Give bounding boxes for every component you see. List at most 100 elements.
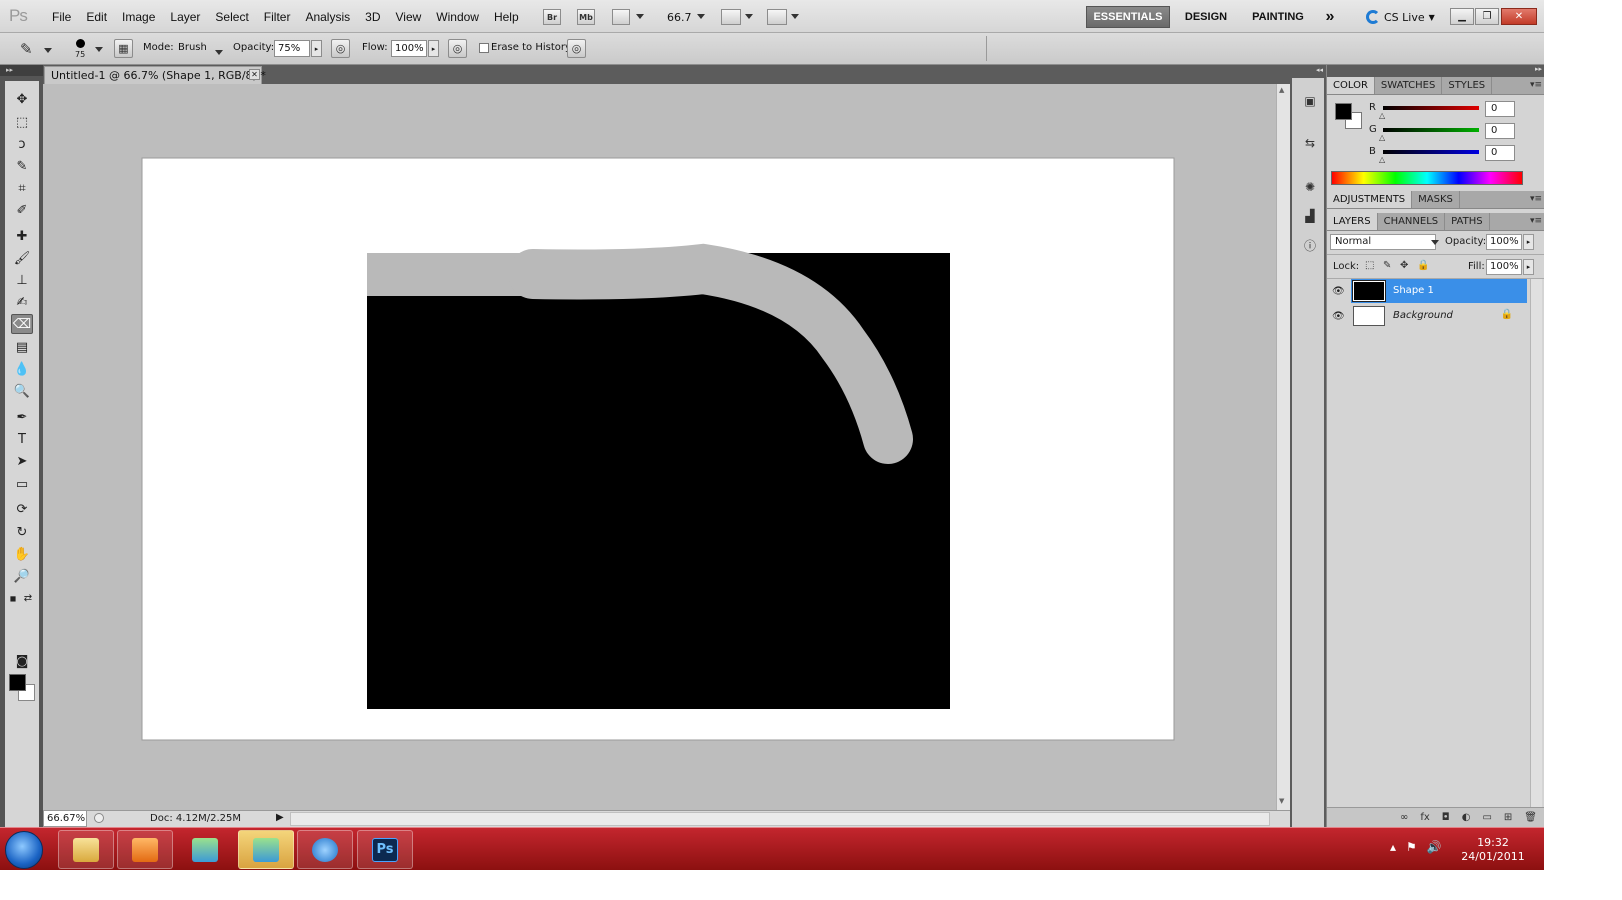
menu-select[interactable]: Select bbox=[207, 10, 255, 24]
tab-adjustments[interactable]: ADJUSTMENTS bbox=[1327, 191, 1413, 208]
chevron-down-icon[interactable] bbox=[697, 14, 705, 19]
chevron-down-icon[interactable] bbox=[791, 14, 799, 19]
channel-b-value[interactable]: 0 bbox=[1485, 145, 1515, 161]
chevron-down-icon[interactable] bbox=[215, 50, 223, 55]
collapse-icon[interactable]: ◂◂ bbox=[1316, 66, 1323, 74]
chevron-down-icon[interactable] bbox=[44, 48, 52, 53]
restore-button[interactable]: ❐ bbox=[1475, 8, 1499, 25]
more-workspaces-icon[interactable]: » bbox=[1320, 6, 1340, 28]
channel-b-slider[interactable] bbox=[1383, 150, 1479, 154]
gradient-tool-icon[interactable]: ▤ bbox=[11, 337, 33, 357]
menu-filter[interactable]: Filter bbox=[256, 10, 298, 24]
menu-layer[interactable]: Layer bbox=[162, 10, 207, 24]
tablet-pressure-icon[interactable]: ◎ bbox=[567, 39, 586, 58]
zoom-level-field[interactable]: 66.7 bbox=[667, 11, 692, 24]
start-button[interactable] bbox=[5, 831, 43, 869]
hand-tool-icon[interactable]: ✋ bbox=[11, 544, 33, 564]
menu-edit[interactable]: Edit bbox=[78, 10, 114, 24]
opacity-field[interactable]: 75% bbox=[274, 40, 310, 57]
screen-mode-button[interactable] bbox=[767, 9, 787, 25]
taskbar-explorer[interactable] bbox=[58, 830, 114, 869]
document-canvas[interactable] bbox=[43, 84, 1276, 810]
move-tool-icon[interactable]: ✥ bbox=[11, 89, 33, 109]
document-tab[interactable]: Untitled-1 @ 66.7% (Shape 1, RGB/8) * bbox=[44, 66, 266, 84]
close-icon[interactable]: ✕ bbox=[249, 69, 260, 80]
erase-to-history-checkbox[interactable] bbox=[479, 43, 489, 53]
arrange-documents-button[interactable] bbox=[721, 9, 741, 25]
clone-stamp-tool-icon[interactable]: ⊥ bbox=[11, 270, 33, 290]
brush-tool-icon[interactable]: 🖌 bbox=[11, 248, 33, 268]
menu-help[interactable]: Help bbox=[486, 10, 526, 24]
layer-opacity-slider-toggle[interactable]: ▸ bbox=[1523, 234, 1534, 250]
mini-bridge-panel-icon[interactable]: ▣ bbox=[1301, 92, 1319, 110]
history-brush-tool-icon[interactable]: ✍ bbox=[11, 292, 33, 312]
fx-icon[interactable]: fx bbox=[1420, 812, 1429, 823]
tab-masks[interactable]: MASKS bbox=[1412, 191, 1460, 208]
tab-swatches[interactable]: SWATCHES bbox=[1375, 77, 1443, 94]
marquee-tool-icon[interactable]: ⬚ bbox=[11, 112, 33, 132]
fill-field[interactable]: 100% bbox=[1486, 259, 1522, 275]
panel-menu-icon[interactable]: ▾≡ bbox=[1530, 194, 1542, 204]
minimize-button[interactable]: ▁ bbox=[1450, 8, 1474, 25]
fill-slider-toggle[interactable]: ▸ bbox=[1523, 259, 1534, 275]
horizontal-scrollbar[interactable] bbox=[290, 812, 1270, 826]
show-hidden-icons-icon[interactable]: ▴ bbox=[1390, 840, 1396, 854]
brush-panel-icon[interactable]: ▦ bbox=[114, 39, 133, 58]
airbrush-icon[interactable]: ◎ bbox=[448, 39, 467, 58]
taskbar-media-player[interactable] bbox=[117, 830, 173, 869]
link-layers-icon[interactable]: ∞ bbox=[1400, 812, 1408, 823]
lock-pixels-icon[interactable]: ✎ bbox=[1383, 260, 1391, 271]
3d-orbit-tool-icon[interactable]: ↻ bbox=[11, 522, 33, 542]
menu-window[interactable]: Window bbox=[428, 10, 486, 24]
type-tool-icon[interactable]: T bbox=[11, 429, 33, 449]
slider-handle-icon[interactable]: △ bbox=[1379, 133, 1385, 142]
taskbar-internet-explorer[interactable] bbox=[297, 830, 353, 869]
status-menu-arrow-icon[interactable]: ▶ bbox=[276, 812, 284, 823]
slider-handle-icon[interactable]: △ bbox=[1379, 111, 1385, 120]
taskbar-contacts[interactable] bbox=[177, 830, 233, 869]
lock-position-icon[interactable]: ✥ bbox=[1400, 260, 1408, 271]
swap-colors-icon[interactable]: ⇄ bbox=[21, 588, 35, 608]
workspace-essentials[interactable]: ESSENTIALS bbox=[1086, 6, 1170, 28]
path-selection-tool-icon[interactable]: ➤ bbox=[11, 451, 33, 471]
close-button[interactable]: ✕ bbox=[1501, 8, 1537, 25]
default-colors-icon[interactable]: ◼ bbox=[7, 588, 19, 608]
collapse-icon[interactable]: ▸▸ bbox=[1535, 65, 1542, 73]
blend-mode-select[interactable]: Normal bbox=[1330, 234, 1436, 250]
vertical-scrollbar[interactable]: ▲ ▼ bbox=[1276, 84, 1290, 810]
eraser-tool-icon[interactable]: ⌫ bbox=[11, 314, 33, 334]
zoom-tool-icon[interactable]: 🔎 bbox=[11, 566, 33, 586]
color-foreground-swatch[interactable] bbox=[1335, 103, 1352, 120]
quick-mask-icon[interactable]: ◙ bbox=[11, 651, 33, 671]
mini-bridge-button[interactable]: Mb bbox=[577, 9, 595, 25]
healing-brush-tool-icon[interactable]: ✚ bbox=[11, 226, 33, 246]
chevron-down-icon[interactable] bbox=[636, 14, 644, 19]
workspace-painting[interactable]: PAINTING bbox=[1243, 6, 1313, 28]
menu-view[interactable]: View bbox=[387, 10, 428, 24]
foreground-color-swatch[interactable] bbox=[9, 674, 26, 691]
tab-color[interactable]: COLOR bbox=[1327, 77, 1375, 94]
chevron-down-icon[interactable] bbox=[745, 14, 753, 19]
layers-scrollbar[interactable] bbox=[1530, 279, 1542, 807]
action-center-icon[interactable]: ⚑ bbox=[1406, 840, 1417, 854]
cs-live-button[interactable]: CS Live ▼ bbox=[1366, 6, 1435, 28]
taskbar-messenger[interactable] bbox=[238, 830, 294, 869]
taskbar-photoshop[interactable]: Ps bbox=[357, 830, 413, 869]
blur-tool-icon[interactable]: 💧 bbox=[11, 359, 33, 379]
menu-file[interactable]: File bbox=[44, 10, 78, 24]
layer-row-background[interactable]: Background 🔒 bbox=[1351, 304, 1527, 328]
bridge-button[interactable]: Br bbox=[543, 9, 561, 25]
chevron-down-icon[interactable] bbox=[1431, 240, 1439, 245]
flow-slider-toggle[interactable]: ▸ bbox=[428, 40, 439, 57]
panel-menu-icon[interactable]: ▾≡ bbox=[1530, 80, 1542, 90]
extras-button[interactable] bbox=[612, 9, 630, 25]
trash-icon[interactable]: 🗑 bbox=[1524, 812, 1537, 823]
lock-all-icon[interactable]: 🔒 bbox=[1417, 260, 1429, 271]
tab-channels[interactable]: CHANNELS bbox=[1378, 213, 1446, 230]
clock[interactable]: 19:32 24/01/2011 bbox=[1460, 836, 1526, 864]
pen-tool-icon[interactable]: ✒ bbox=[11, 407, 33, 427]
clone-source-panel-icon[interactable]: ⇆ bbox=[1301, 134, 1319, 152]
crop-tool-icon[interactable]: ⌗ bbox=[11, 178, 33, 198]
status-icon[interactable] bbox=[94, 813, 104, 823]
volume-icon[interactable]: 🔊 bbox=[1427, 840, 1442, 854]
